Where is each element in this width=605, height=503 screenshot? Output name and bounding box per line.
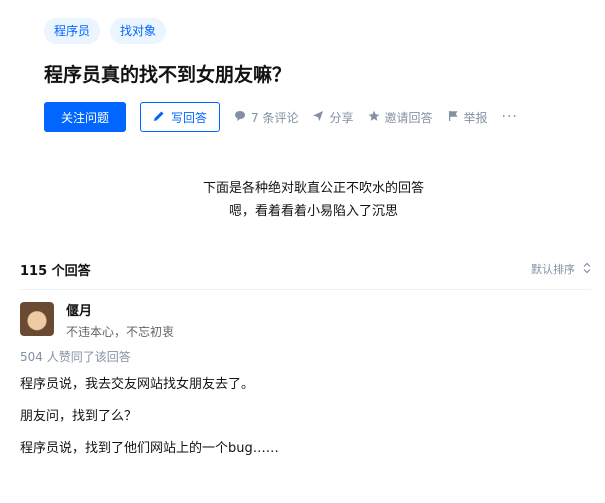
paper-plane-icon <box>312 110 324 125</box>
sort-label: 默认排序 <box>531 263 575 276</box>
question-actions: 关注问题 写回答 7 条评论 分享 邀请回答 举报 ··· <box>44 102 518 132</box>
comments-label: 7 条评论 <box>251 110 299 125</box>
sort-chevron-icon <box>583 262 591 277</box>
question-title: 程序员真的找不到女朋友嘛？ <box>44 64 292 86</box>
report-button[interactable]: 举报 <box>447 109 488 126</box>
question-tags: 程序员 找对象 <box>44 18 167 44</box>
answer-paragraph: 朋友问，找到了么？ <box>20 409 138 424</box>
star-icon <box>368 110 380 125</box>
more-options-icon[interactable]: ··· <box>502 109 518 125</box>
intro-line-1: 下面是各种绝对耿直公正不吹水的回答 <box>202 181 424 196</box>
tag-dating[interactable]: 找对象 <box>110 18 167 44</box>
author-info: 偃月 不违本心，不忘初衷 <box>66 302 174 341</box>
report-label: 举报 <box>463 110 488 125</box>
intro-line-2: 嗯，看着看着小易陷入了沉思 <box>228 204 398 219</box>
invite-answer-label: 邀请回答 <box>384 110 433 125</box>
write-answer-label: 写回答 <box>171 110 208 125</box>
vote-count: 504 人赞同了该回答 <box>20 350 131 364</box>
flag-icon <box>447 110 459 125</box>
comment-bubble-icon <box>234 110 246 125</box>
follow-question-button[interactable]: 关注问题 <box>44 102 127 132</box>
avatar[interactable] <box>20 302 54 336</box>
invite-answer-button[interactable]: 邀请回答 <box>368 109 433 126</box>
answer-paragraph: 程序员说，找到了他们网站上的一个bug…… <box>20 441 279 456</box>
follow-question-label: 关注问题 <box>61 110 110 125</box>
author-bio: 不违本心，不忘初衷 <box>66 325 175 339</box>
sort-dropdown[interactable]: 默认排序 <box>531 261 591 277</box>
comments-button[interactable]: 7 条评论 <box>234 109 298 126</box>
pencil-icon <box>153 110 165 125</box>
tag-programmer[interactable]: 程序员 <box>44 18 101 44</box>
author-name[interactable]: 偃月 <box>66 303 174 321</box>
share-label: 分享 <box>329 110 354 125</box>
answer-author: 偃月 不违本心，不忘初衷 <box>20 302 174 341</box>
answers-divider <box>20 289 591 290</box>
intro-text: 下面是各种绝对耿直公正不吹水的回答 嗯，看着看着小易陷入了沉思 <box>0 177 605 223</box>
write-answer-button[interactable]: 写回答 <box>140 102 221 132</box>
answer-paragraph: 程序员说，我去交友网站找女朋友去了。 <box>20 377 255 392</box>
share-button[interactable]: 分享 <box>312 109 354 126</box>
answer-count: 115 个回答 <box>20 263 91 279</box>
answers-header: 115 个回答 默认排序 <box>20 256 591 282</box>
